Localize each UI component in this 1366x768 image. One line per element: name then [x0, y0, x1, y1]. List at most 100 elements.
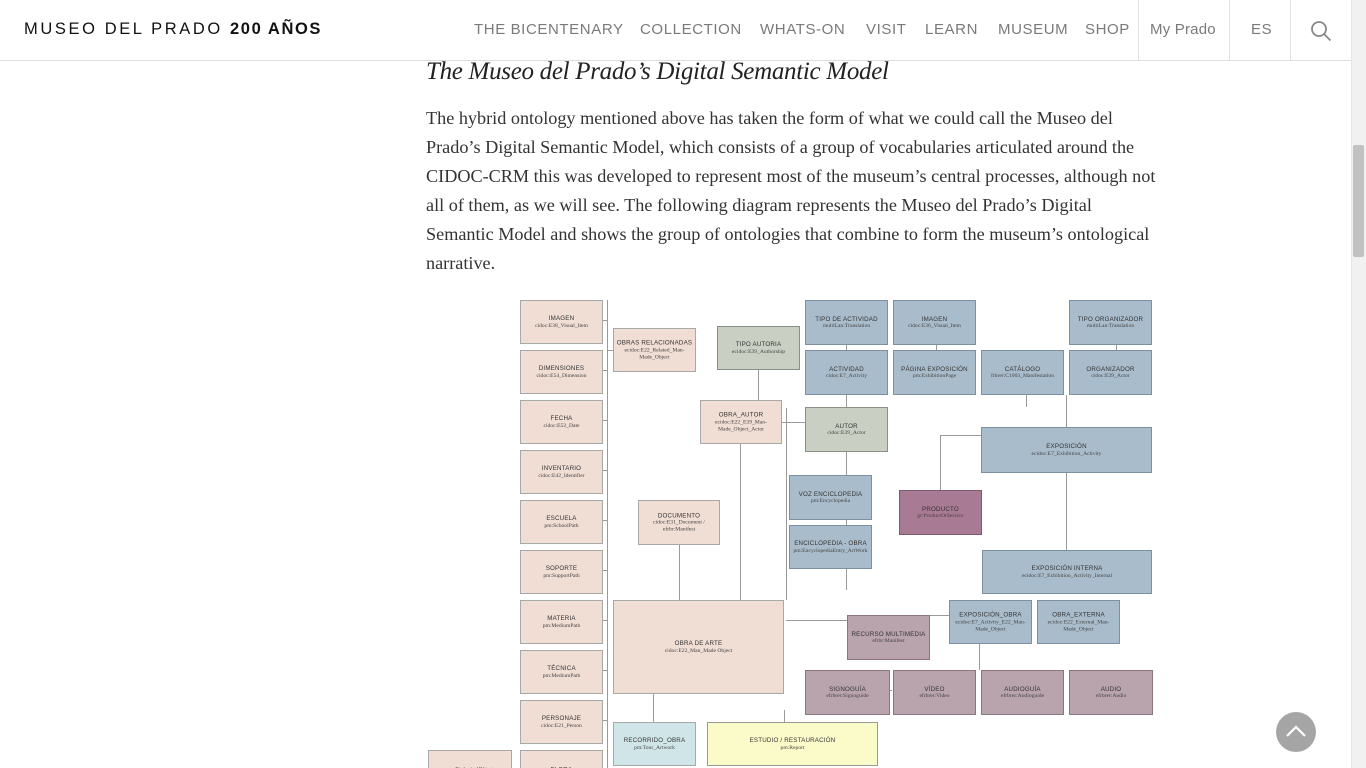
diagram-node-class: ecidoc:E7_Exhibition_Activity_Internal [1021, 572, 1113, 579]
diagram-node: EXPOSICIÓN INTERNA ecidoc:E7_Exhibition_A… [982, 550, 1152, 594]
diagram-connector-line [1066, 473, 1067, 550]
diagram-node-class: multiLan:Translation [822, 322, 871, 329]
diagram-connector-line [940, 435, 941, 490]
diagram-connector-line [782, 422, 805, 423]
diagram-node-title: OBRA DE ARTE [674, 639, 723, 647]
diagram-connector-line [784, 710, 785, 722]
diagram-node: VÍDEO efrbrer:Video [893, 670, 976, 715]
nav-divider [1229, 0, 1230, 60]
diagram-node-title: TIPO ORGANIZADOR [1077, 315, 1144, 323]
site-header: MUSEO DEL PRADO 200 AÑOS THE BICENTENARY… [0, 0, 1351, 61]
diagram-node: DIMENSIONES cidoc:E54_Dimension [520, 350, 603, 394]
nav-my-prado[interactable]: My Prado [1150, 21, 1216, 38]
diagram-node-title: AUDIO [1100, 685, 1122, 693]
diagram-connector-line [890, 690, 892, 691]
nav-shop[interactable]: SHOP [1085, 21, 1130, 38]
diagram-node-class: pm:Tour_Artwork [634, 744, 675, 751]
diagram-node: TIPO AUTORIA ecidoc:E39_Authorship [717, 326, 800, 370]
diagram-connector-line [758, 370, 759, 400]
site-logo[interactable]: MUSEO DEL PRADO 200 AÑOS [24, 20, 322, 39]
diagram-node: INVENTARIO cidoc:E42_Identifier [520, 450, 603, 494]
diagram-node-title: ENCICLOPEDIA - OBRA [794, 539, 867, 547]
diagram-node: TIPO DE ACTIVIDAD multiLan:Translation [805, 300, 888, 345]
diagram-node-title: IMAGEN [921, 315, 948, 323]
language-switch[interactable]: ES [1251, 21, 1272, 38]
diagram-node-class: gr:ProductOrService [917, 512, 964, 519]
diagram-node-title: EXPOSICIÓN INTERNA [1031, 564, 1103, 572]
diagram-node-title: RECORRIDO_OBRA [623, 736, 686, 744]
diagram-node-class: cidoc:E42_Identifier [538, 472, 585, 479]
diagram-node-title: ORGANIZADOR [1086, 365, 1135, 373]
diagram-node: ACTIVIDAD cidoc:E7_Activity [805, 350, 888, 395]
diagram-node-title: DIMENSIONES [538, 364, 585, 372]
diagram-node: SIGNOGUÍA efrbrer:Signoguide [805, 670, 890, 715]
diagram-node-class: pm:MediumPath [542, 672, 581, 679]
diagram-node-class: pm:SchoolPath [544, 522, 579, 529]
diagram-connector-line [1026, 395, 1027, 407]
diagram-connector-line [846, 394, 847, 407]
diagram-node-class: cidoc:E31_Document / efrbr:Manifest [653, 519, 705, 533]
diagram-node: EXPOSICIÓN_OBRA ecidoc:E7_Activity_E22_Ma… [949, 600, 1032, 644]
diagram-node: OBRAS RELACIONADAS ecidoc:E22_Related_Man… [613, 328, 696, 372]
diagram-connector-line [679, 545, 680, 600]
diagram-connector-line [603, 520, 607, 521]
diagram-node: OBRA DE ARTE cidoc:E22_Man_Made Object [613, 600, 784, 694]
diagram-node: pm:BiologicalObject [428, 750, 512, 768]
nav-divider [1138, 0, 1139, 60]
diagram-node-title: RECURSO MULTIMEDIA [851, 630, 926, 638]
diagram-connector-line [940, 435, 981, 436]
diagram-node-class: ecidoc:E22_External_Man-Made_Object [1047, 618, 1110, 632]
logo-text: MUSEO DEL PRADO [24, 20, 223, 38]
diagram-connector-line [786, 620, 847, 621]
diagram-connector-line [603, 320, 607, 321]
page-scrollbar[interactable] [1351, 0, 1366, 768]
diagram-node-class: efrbrer:Signoguide [826, 692, 869, 699]
diagram-node-title: MATERIA [547, 614, 576, 622]
diagram-connector-line [603, 720, 607, 721]
diagram-node-title: ESCUELA [546, 514, 577, 522]
diagram-node: DOCUMENTO cidoc:E31_Document / efrbr:Mani… [638, 500, 720, 545]
nav-collection[interactable]: COLLECTION [640, 21, 742, 38]
diagram-node-title: VOZ ENCICLOPEDIA [798, 490, 863, 498]
diagram-node: VOZ ENCICLOPEDIA pm:Encyclopedia [789, 475, 872, 520]
diagram-node-class: cidoc:E38_Visual_Item [535, 322, 588, 329]
diagram-node: IMAGEN cidoc:E36_Visual_Item [893, 300, 976, 345]
diagram-node-class: cidoc:E54_Dimension [536, 372, 587, 379]
nav-the-bicentenary[interactable]: THE BICENTENARY [474, 21, 624, 38]
nav-museum[interactable]: MUSEUM [998, 21, 1068, 38]
nav-learn[interactable]: LEARN [925, 21, 978, 38]
diagram-node-class: ecidoc:E22_Related_Man-Made_Object [624, 346, 685, 360]
search-icon[interactable] [1310, 20, 1332, 42]
diagram-node-class: pm:SupportPath [543, 572, 580, 579]
nav-whats-on[interactable]: WHATS-ON [760, 21, 845, 38]
diagram-node-class: pm:EncyclopediaEntry_ArtWork [793, 547, 868, 554]
diagram-node-title: TIPO AUTORIA [735, 340, 782, 348]
diagram-node: ORGANIZADOR cidoc:E39_Actor [1069, 350, 1152, 395]
diagram-node: FLORA [520, 750, 603, 768]
diagram-node-title: ACTIVIDAD [829, 365, 864, 373]
diagram-node: ESCUELA pm:SchoolPath [520, 500, 603, 544]
diagram-node: IMAGEN cidoc:E38_Visual_Item [520, 300, 603, 344]
chevron-up-icon [1286, 725, 1306, 737]
diagram-connector-line [846, 450, 847, 475]
diagram-node-title: ESTUDIO / RESTAURACIÓN [749, 736, 836, 744]
diagram-connector-line [653, 692, 654, 722]
nav-visit[interactable]: VISIT [866, 21, 907, 38]
diagram-node-class: pm:ExhibitionPage [912, 372, 957, 379]
diagram-node: ENCICLOPEDIA - OBRA pm:EncyclopediaEntry_… [789, 525, 872, 569]
diagram-connector-line [1066, 395, 1067, 427]
scrollbar-thumb[interactable] [1353, 145, 1364, 257]
diagram-node-title: TÉCNICA [547, 664, 576, 672]
diagram-node: EXPOSICIÓN ecidoc:E7_Exhibition_Activity [981, 427, 1152, 473]
diagram-node-title: SOPORTE [545, 564, 578, 572]
diagram-connector-line [603, 620, 607, 621]
section-heading: The Museo del Prado’s Digital Semantic M… [426, 58, 889, 85]
diagram-node: TÉCNICA pm:MediumPath [520, 650, 603, 694]
diagram-node: OBRA_AUTOR ecidoc:E22_E39_Man-Made_Object… [700, 400, 782, 444]
diagram-node-class: frbrer:C1003_Manifestation [990, 372, 1055, 379]
diagram-node: TIPO ORGANIZADOR multiLan:Translation [1069, 300, 1152, 345]
back-to-top-button[interactable] [1276, 712, 1316, 752]
diagram-node-title: OBRA_AUTOR [718, 411, 764, 419]
diagram-connector-line [603, 370, 607, 371]
diagram-node-class: ecidoc:E7_Exhibition_Activity [1031, 450, 1102, 457]
